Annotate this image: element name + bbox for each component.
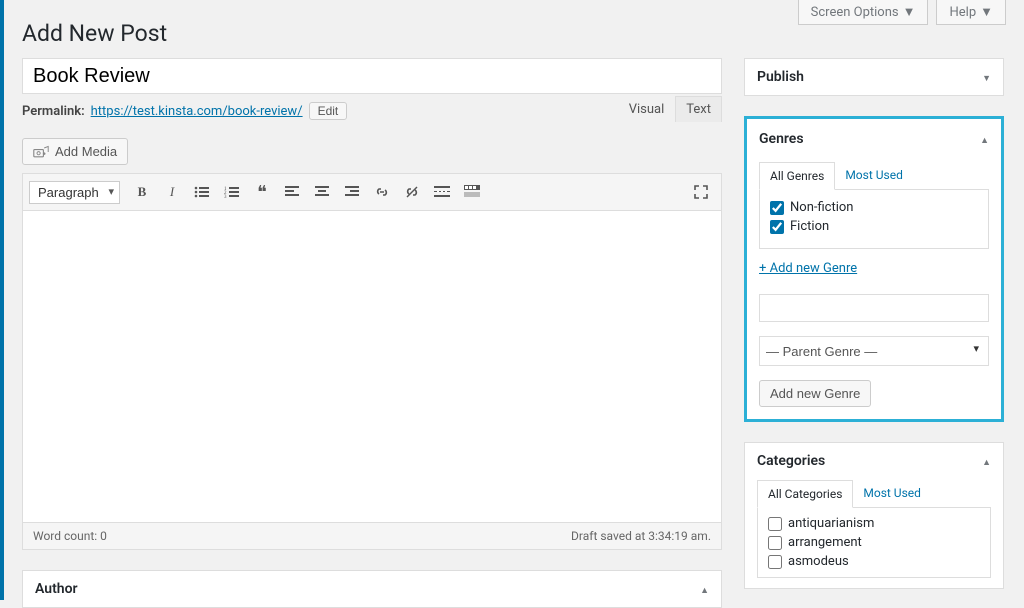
post-title-input[interactable]: [22, 58, 722, 94]
tab-visual[interactable]: Visual: [618, 96, 676, 122]
link-button[interactable]: [368, 178, 396, 206]
category-label: arrangement: [788, 535, 862, 550]
author-box-header[interactable]: Author: [23, 571, 721, 607]
author-title: Author: [35, 581, 78, 597]
genre-checkbox[interactable]: [770, 201, 784, 215]
genre-checkbox[interactable]: [770, 220, 784, 234]
tab-most-used-categories[interactable]: Most Used: [853, 480, 931, 508]
editor-toolbar: Paragraph B I 123 ❝: [22, 173, 722, 211]
italic-button[interactable]: I: [158, 178, 186, 206]
genre-item[interactable]: Non-fiction: [770, 200, 978, 215]
unlink-button[interactable]: [398, 178, 426, 206]
help-button[interactable]: Help ▼: [936, 0, 1006, 25]
categories-list[interactable]: antiquarianism arrangement asmodeus: [757, 508, 991, 578]
category-checkbox[interactable]: [768, 536, 782, 550]
chevron-up-icon: [982, 453, 991, 469]
page-title: Add New Post: [22, 20, 167, 47]
chevron-up-icon[interactable]: [980, 131, 989, 147]
genre-label: Fiction: [790, 219, 829, 234]
category-label: asmodeus: [788, 554, 849, 569]
categories-metabox: Categories All Categories Most Used anti…: [744, 442, 1004, 589]
tab-most-used-genres[interactable]: Most Used: [835, 162, 913, 190]
bullet-list-button[interactable]: [188, 178, 216, 206]
chevron-down-icon: ▼: [903, 4, 916, 20]
genres-title: Genres: [759, 131, 804, 147]
camera-music-icon: [33, 145, 49, 159]
fullscreen-button[interactable]: [687, 178, 715, 206]
category-item[interactable]: asmodeus: [768, 554, 980, 569]
publish-title: Publish: [757, 69, 804, 85]
help-label: Help: [949, 5, 976, 20]
add-media-button[interactable]: Add Media: [22, 138, 128, 165]
align-left-button[interactable]: [278, 178, 306, 206]
tab-all-genres[interactable]: All Genres: [759, 162, 835, 190]
publish-box-header[interactable]: Publish: [745, 59, 1003, 95]
numbered-list-button[interactable]: 123: [218, 178, 246, 206]
add-new-genre-link[interactable]: + Add new Genre: [759, 261, 857, 276]
categories-header[interactable]: Categories: [745, 443, 1003, 479]
parent-genre-select[interactable]: — Parent Genre —: [759, 336, 989, 366]
tab-text[interactable]: Text: [675, 96, 722, 122]
readmore-button[interactable]: [428, 178, 456, 206]
toolbar-toggle-button[interactable]: [458, 178, 486, 206]
genre-label: Non-fiction: [790, 200, 853, 215]
category-checkbox[interactable]: [768, 555, 782, 569]
draft-saved-status: Draft saved at 3:34:19 am.: [571, 529, 711, 543]
svg-text:3: 3: [224, 195, 227, 199]
align-right-button[interactable]: [338, 178, 366, 206]
blockquote-button[interactable]: ❝: [248, 178, 276, 206]
categories-title: Categories: [757, 453, 825, 469]
bold-button[interactable]: B: [128, 178, 156, 206]
chevron-up-icon: [700, 581, 709, 597]
format-select[interactable]: Paragraph: [29, 181, 120, 204]
permalink-label: Permalink:: [22, 104, 85, 119]
editor-content[interactable]: [22, 211, 722, 523]
admin-bar-edge: [0, 0, 4, 600]
chevron-down-icon: ▼: [980, 4, 993, 20]
genre-item[interactable]: Fiction: [770, 219, 978, 234]
permalink-edit-button[interactable]: Edit: [309, 102, 348, 120]
new-genre-input[interactable]: [759, 294, 989, 322]
permalink-url[interactable]: https://test.kinsta.com/book-review/: [91, 104, 303, 119]
category-item[interactable]: arrangement: [768, 535, 980, 550]
category-checkbox[interactable]: [768, 517, 782, 531]
screen-options-label: Screen Options: [811, 5, 899, 20]
genres-metabox: Genres All Genres Most Used Non-fiction …: [744, 116, 1004, 422]
category-label: antiquarianism: [788, 516, 874, 531]
category-item[interactable]: antiquarianism: [768, 516, 980, 531]
screen-options-button[interactable]: Screen Options ▼: [798, 0, 929, 25]
add-genre-button[interactable]: Add new Genre: [759, 380, 871, 407]
tab-all-categories[interactable]: All Categories: [757, 480, 853, 508]
word-count: Word count: 0: [33, 529, 107, 543]
genres-list: Non-fiction Fiction: [759, 190, 989, 249]
chevron-down-icon: [982, 69, 991, 85]
add-media-label: Add Media: [55, 144, 117, 159]
align-center-button[interactable]: [308, 178, 336, 206]
